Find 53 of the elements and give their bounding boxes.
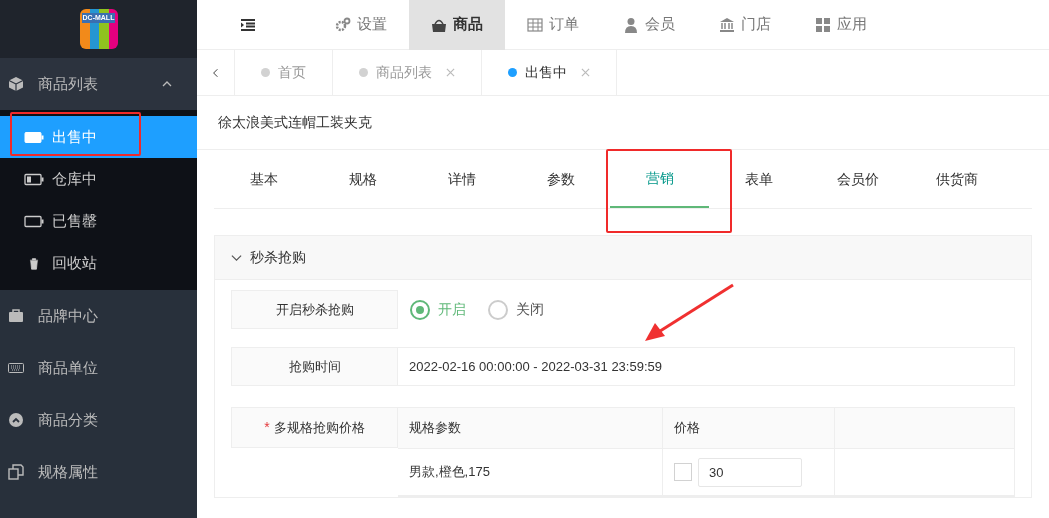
required-mark: * — [264, 418, 270, 437]
nav-tab[interactable]: 门店 — [697, 0, 793, 50]
keyboard-icon — [8, 360, 24, 376]
field-label: 抢购时间 — [231, 347, 398, 386]
battery-icon — [24, 172, 44, 186]
price-input[interactable]: 30 — [698, 457, 802, 487]
sidebar-group[interactable]: 品牌中心 — [0, 290, 197, 342]
briefcase-icon — [8, 308, 24, 324]
nav-tab[interactable]: 应用 — [793, 0, 889, 50]
form-tab[interactable]: 规格 — [313, 150, 412, 208]
user-icon — [623, 16, 639, 33]
date-range-field[interactable]: 2022-02-16 00:00:00 - 2022-03-31 23:59:59 — [398, 347, 1015, 386]
table-icon — [527, 16, 543, 33]
table-cell: 男款,橙色,175 — [398, 449, 663, 495]
column-header: 价格 — [663, 408, 835, 448]
menu-icon[interactable] — [241, 18, 255, 31]
sidebar-item[interactable]: 仓库中 — [0, 158, 197, 200]
form-tab[interactable]: 供货商 — [907, 150, 1006, 208]
chevron-circle-icon — [8, 412, 24, 428]
sidebar-group[interactable]: 商品单位 — [0, 342, 197, 394]
gears-icon — [335, 16, 351, 33]
cube-icon — [8, 76, 24, 92]
sidebar-group[interactable]: 商品分类 — [0, 394, 197, 446]
radio-option[interactable]: 关闭 — [488, 299, 544, 320]
nav-tab[interactable]: 会员 — [601, 0, 697, 50]
sidebar-item[interactable]: 回收站 — [0, 242, 197, 284]
form-tab[interactable]: 会员价 — [808, 150, 907, 208]
product-title: 徐太浪美式连帽工装夹克 — [197, 96, 1049, 150]
sidebar-item[interactable]: 已售罄 — [0, 200, 197, 242]
page-tab[interactable]: 出售中 — [482, 50, 617, 95]
nav-tab[interactable]: 订单 — [505, 0, 601, 50]
checkbox[interactable] — [674, 463, 692, 481]
form-tab[interactable]: 表单 — [709, 150, 808, 208]
label-text: 多规格抢购价格 — [273, 418, 365, 437]
close-icon[interactable] — [581, 68, 590, 77]
battery-icon — [24, 130, 44, 144]
nav-tab[interactable]: 设置 — [313, 0, 409, 50]
copy-icon — [8, 464, 24, 480]
apps-icon — [815, 16, 831, 33]
form-tab[interactable]: 参数 — [511, 150, 610, 208]
bank-icon — [719, 16, 735, 33]
nav-tab[interactable]: 商品 — [409, 0, 505, 50]
sidebar-group[interactable]: 规格属性 — [0, 446, 197, 498]
section-header[interactable]: 秒杀抢购 — [215, 236, 1031, 280]
field-label: 开启秒杀抢购 — [231, 290, 398, 329]
form-tab[interactable]: 基本 — [214, 150, 313, 208]
column-header: 规格参数 — [398, 408, 663, 448]
sidebar-group[interactable]: 商品列表 — [0, 58, 197, 110]
form-tab[interactable]: 详情 — [412, 150, 511, 208]
form-tab[interactable]: 营销 — [610, 150, 709, 208]
close-icon[interactable] — [446, 68, 455, 77]
chevron-icon — [231, 252, 242, 263]
battery-icon — [24, 214, 44, 228]
